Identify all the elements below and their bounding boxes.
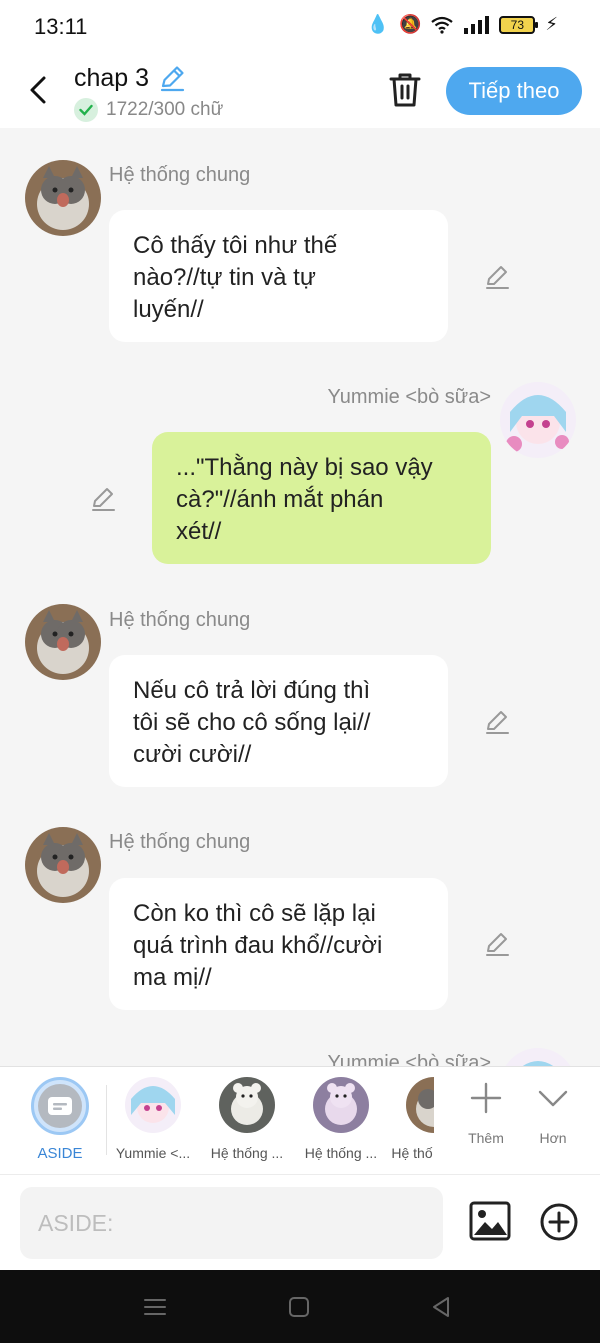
edit-icon: [486, 266, 509, 289]
character-item[interactable]: Hệ thống ...: [202, 1077, 292, 1161]
status-icons: 💧 🔕 73 ⚡: [367, 14, 558, 35]
message-line: xét//: [176, 518, 222, 545]
add-circle-icon: [540, 1203, 578, 1241]
edit-message-button[interactable]: [483, 708, 511, 736]
character-label: Hệ thống ...: [304, 1145, 378, 1161]
edit-icon: [486, 933, 509, 956]
aside-input[interactable]: [20, 1187, 443, 1259]
message-line: tôi sẽ cho cô sống lại//: [133, 709, 371, 736]
aside-selector[interactable]: ASIDE: [24, 1077, 96, 1162]
message-line: quá trình đau khổ//cười: [133, 932, 383, 959]
message-bubble[interactable]: Còn ko thì cô sẽ lặp lại quá trình đau k…: [109, 878, 448, 1010]
character-label: Yummie <...: [115, 1145, 191, 1161]
add-character-button[interactable]: Thêm: [456, 1081, 516, 1146]
system-nav-bar: [0, 1270, 600, 1343]
word-count-text: 1722/300 chữ: [106, 99, 224, 120]
anime-girl-avatar[interactable]: [500, 1048, 576, 1066]
message-line: ma mị//: [133, 964, 212, 991]
edit-icon: [486, 711, 509, 734]
home-button[interactable]: [286, 1294, 312, 1320]
message-line: Cô thấy tôi như thế: [133, 232, 338, 259]
chevron-down-icon: [538, 1090, 568, 1107]
back-nav-button[interactable]: [428, 1294, 454, 1320]
white-teddy-avatar: [219, 1077, 275, 1133]
insert-image-button[interactable]: [469, 1201, 511, 1241]
more-label: Thêm: [468, 1130, 504, 1146]
cat-avatar[interactable]: [25, 604, 101, 680]
status-bar: 13:11 💧 🔕 73 ⚡: [0, 0, 600, 52]
message-line: cười cười//: [133, 741, 252, 768]
character-item[interactable]: Hệ thống ...: [296, 1077, 386, 1161]
image-icon: [469, 1201, 511, 1241]
trash-icon: [389, 73, 421, 107]
menu-button[interactable]: [142, 1294, 168, 1320]
character-item[interactable]: Hệ thố: [390, 1077, 434, 1161]
plus-icon: [470, 1082, 502, 1114]
edit-title-button[interactable]: [158, 64, 186, 92]
message-line: nào?//tự tin và tự: [133, 264, 316, 291]
mute-icon: 🔕: [398, 14, 422, 34]
aside-avatar: [31, 1077, 89, 1135]
message-line: ..."Thằng này bị sao vậy: [176, 454, 433, 481]
editor-header: chap 3 1722/300 chữ Tiếp theo: [0, 52, 600, 128]
battery-indicator: 73: [499, 15, 539, 34]
message-line: luyến//: [133, 296, 204, 323]
cat-avatar[interactable]: [25, 827, 101, 903]
menu-icon: [144, 1299, 166, 1315]
cat-avatar: [406, 1077, 434, 1133]
chat-area[interactable]: Hệ thống chung Cô thấy tôi như thế nào?/…: [0, 128, 600, 1066]
sender-name: Hệ thống chung: [109, 164, 251, 186]
wifi-icon: [431, 16, 454, 34]
charging-icon: ⚡: [545, 14, 558, 34]
drop-icon: 💧: [366, 14, 389, 34]
sender-name: Hệ thống chung: [109, 831, 251, 853]
message-line: cà?"//ánh mắt phán: [176, 486, 384, 513]
character-strip: ASIDE Yummie <... Hệ thống ... Hệ thống …: [0, 1066, 600, 1174]
character-item[interactable]: Yummie <...: [108, 1077, 198, 1161]
strip-divider: [106, 1085, 107, 1155]
status-time: 13:11: [34, 14, 88, 39]
add-button[interactable]: [539, 1202, 579, 1242]
anime-girl-avatar[interactable]: [500, 382, 576, 458]
character-label: Hệ thố: [391, 1145, 433, 1161]
edit-message-button[interactable]: [483, 930, 511, 958]
back-icon: [30, 76, 46, 104]
battery-level: 73: [510, 17, 525, 32]
message-bubble[interactable]: ..."Thằng này bị sao vậy cà?"//ánh mắt p…: [152, 432, 491, 564]
edit-message-button[interactable]: [483, 263, 511, 291]
message-bubble[interactable]: Nếu cô trả lời đúng thì tôi sẽ cho cô số…: [109, 655, 448, 787]
check-icon: [74, 98, 98, 122]
edit-icon: [160, 66, 185, 92]
edit-message-button[interactable]: [89, 485, 117, 513]
expand-label: Hơn: [539, 1130, 567, 1146]
character-label: Hệ thống ...: [210, 1145, 284, 1161]
delete-button[interactable]: [386, 70, 424, 110]
pink-teddy-avatar: [313, 1077, 369, 1133]
aside-label: ASIDE: [37, 1145, 83, 1162]
word-count: 1722/300 chữ: [74, 98, 223, 122]
next-button[interactable]: Tiếp theo: [446, 67, 582, 115]
anime-girl-avatar: [125, 1077, 181, 1133]
composer: [0, 1174, 600, 1270]
aside-icon: [38, 1084, 82, 1128]
signal-icon: [464, 15, 490, 34]
expand-button[interactable]: Hơn: [523, 1081, 583, 1146]
sender-name: Hệ thống chung: [109, 609, 251, 631]
cat-avatar[interactable]: [25, 160, 101, 236]
message-bubble[interactable]: Cô thấy tôi như thế nào?//tự tin và tự l…: [109, 210, 448, 342]
home-icon: [289, 1297, 309, 1317]
edit-icon: [92, 488, 115, 511]
chapter-title: chap 3: [74, 64, 150, 92]
message-line: Nếu cô trả lời đúng thì: [133, 677, 371, 704]
sender-name: Yummie <bò sữa>: [327, 386, 491, 408]
back-button[interactable]: [20, 70, 56, 110]
message-line: Còn ko thì cô sẽ lặp lại: [133, 900, 376, 927]
back-triangle-icon: [433, 1297, 449, 1317]
sender-name: Yummie <bò sữa>: [327, 1052, 491, 1066]
